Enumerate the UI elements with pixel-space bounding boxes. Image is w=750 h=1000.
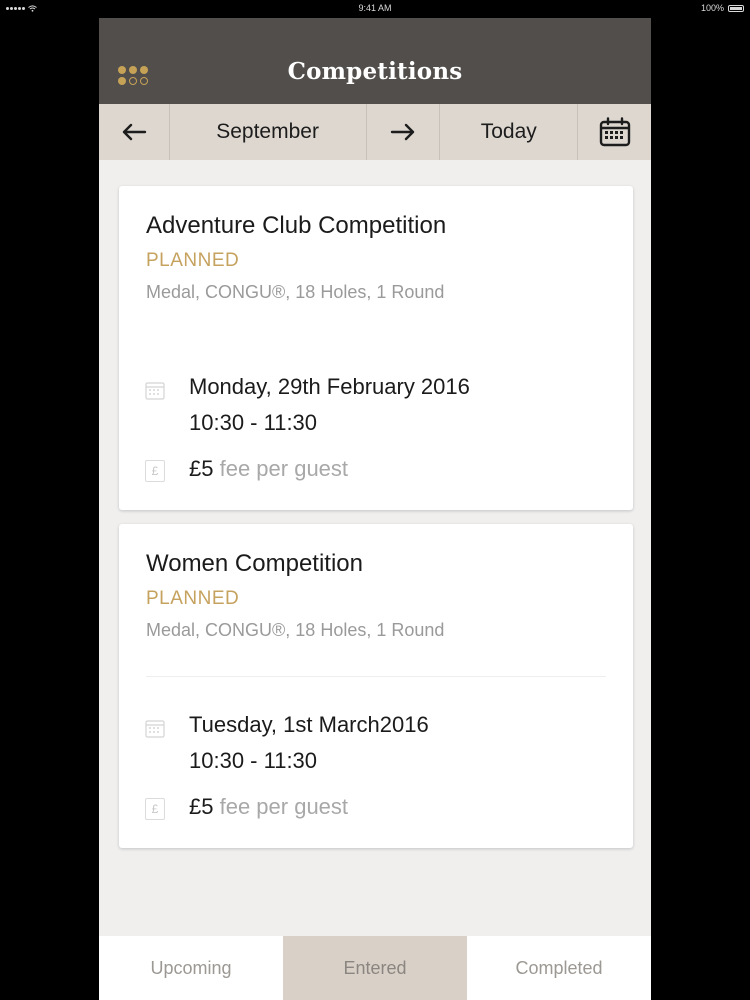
tab-entered[interactable]: Entered — [283, 936, 467, 1000]
today-button[interactable]: Today — [440, 104, 579, 160]
fee-amount: £5 — [189, 794, 214, 819]
tab-upcoming[interactable]: Upcoming — [99, 936, 283, 1000]
calendar-icon — [599, 117, 630, 147]
status-badge: PLANNED — [146, 250, 240, 271]
competition-date: Monday, 29th February 2016 — [189, 374, 470, 399]
month-navigation: September Today — [99, 104, 651, 160]
fee-label: fee per guest — [219, 456, 349, 481]
competition-title: Adventure Club Competition — [146, 212, 447, 239]
app-header: Competitions — [99, 18, 651, 104]
battery-percent: 100% — [700, 3, 724, 13]
status-time: 9:41 AM — [358, 3, 392, 13]
competition-card[interactable]: Adventure Club Competition PLANNED Medal… — [119, 186, 633, 510]
battery-area: 100% — [701, 0, 744, 16]
competition-time: 10:30 - 11:30 — [189, 748, 318, 773]
calendar-small-icon — [145, 720, 165, 738]
fee-amount: £5 — [189, 456, 214, 481]
competition-format: Medal, CONGU®, 18 Holes, 1 Round — [146, 282, 445, 302]
current-month-label[interactable]: September — [170, 104, 367, 160]
next-month-button[interactable] — [367, 104, 441, 160]
tab-bar: Upcoming Entered Completed — [99, 936, 651, 1000]
battery-icon — [728, 4, 744, 12]
card-divider — [146, 676, 606, 677]
tab-completed[interactable]: Completed — [467, 936, 651, 1000]
competition-card[interactable]: Women Competition PLANNED Medal, CONGU®,… — [119, 524, 633, 848]
previous-month-button[interactable] — [99, 104, 170, 160]
competition-date: Tuesday, 1st March2016 — [189, 712, 429, 737]
right-arrow-icon — [390, 123, 415, 141]
competition-fee: £5 fee per guest — [189, 456, 348, 482]
status-bar: 9:41 AM 100% — [0, 0, 750, 16]
app-window: Competitions September Today Adventure C… — [99, 18, 651, 1000]
competition-time: 10:30 - 11:30 — [189, 410, 318, 435]
fee-label: fee per guest — [219, 794, 349, 819]
status-badge: PLANNED — [146, 588, 240, 609]
pound-icon: £ — [145, 460, 165, 482]
calendar-small-icon — [145, 382, 165, 400]
page-title: Competitions — [287, 58, 463, 85]
pound-icon: £ — [145, 798, 165, 820]
competition-format: Medal, CONGU®, 18 Holes, 1 Round — [146, 620, 445, 640]
left-arrow-icon — [122, 123, 147, 141]
calendar-button[interactable] — [578, 104, 651, 160]
competition-title: Women Competition — [146, 550, 363, 577]
competition-fee: £5 fee per guest — [189, 794, 348, 820]
